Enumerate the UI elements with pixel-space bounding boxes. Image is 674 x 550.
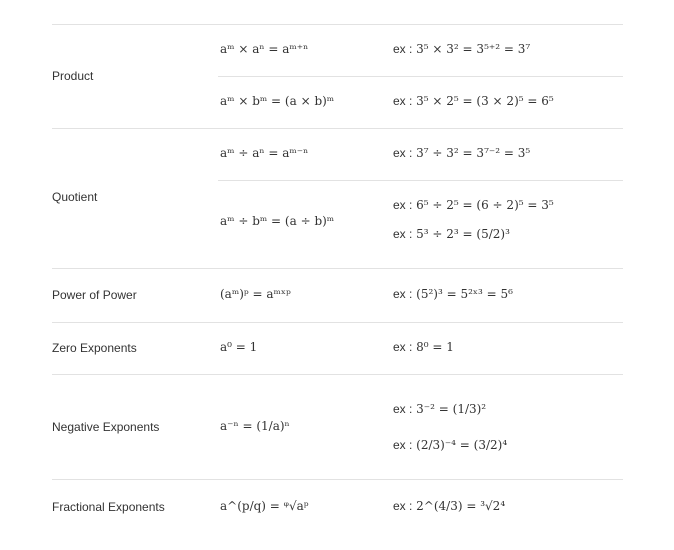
example: ex : 3⁵ × 3² = 3⁵⁺² = 3⁷ xyxy=(393,43,530,55)
row-divider xyxy=(52,479,623,480)
example: ex : 3⁵ × 2⁵ = (3 × 2)⁵ = 6⁵ xyxy=(393,95,554,107)
example: ex : (5²)³ = 5²ˣ³ = 5⁶ xyxy=(393,288,513,300)
example: ex : 8⁰ = 1 xyxy=(393,341,454,353)
example: ex : 2^(4/3) = ³√2⁴ xyxy=(393,500,505,512)
row-divider xyxy=(52,322,623,323)
row-divider xyxy=(52,374,623,375)
example-text: 3⁵ × 3² = 3⁵⁺² = 3⁷ xyxy=(416,42,531,56)
example-prefix: ex : xyxy=(393,340,413,354)
example: ex : 5³ ÷ 2³ = (5/2)³ xyxy=(393,228,510,240)
example-prefix: ex : xyxy=(393,402,413,416)
formula: aᵐ ÷ bᵐ = (a ÷ b)ᵐ xyxy=(220,214,335,228)
example-text: 3⁻² = (1/3)² xyxy=(416,402,487,416)
formula: a⁰ = 1 xyxy=(220,340,258,354)
formula: (aᵐ)ᵖ = aᵐˣᵖ xyxy=(220,287,291,301)
example: ex : (2/3)⁻⁴ = (3/2)⁴ xyxy=(393,439,507,451)
row-divider xyxy=(218,76,623,77)
formula: aᵐ ÷ aⁿ = aᵐ⁻ⁿ xyxy=(220,146,309,160)
formula: aᵐ × bᵐ = (a × b)ᵐ xyxy=(220,94,335,108)
example-prefix: ex : xyxy=(393,42,413,56)
example: ex : 3⁷ ÷ 3² = 3⁷⁻² = 3⁵ xyxy=(393,147,530,159)
formula: a^(p/q) = ᵠ√aᵖ xyxy=(220,499,309,513)
example-prefix: ex : xyxy=(393,227,413,241)
example-text: 6⁵ ÷ 2⁵ = (6 ÷ 2)⁵ = 3⁵ xyxy=(416,198,554,212)
rule-label-fractional-exponents: Fractional Exponents xyxy=(52,500,165,514)
example-prefix: ex : xyxy=(393,146,413,160)
example-text: 8⁰ = 1 xyxy=(416,340,454,354)
rule-label-zero-exponents: Zero Exponents xyxy=(52,341,137,355)
row-divider xyxy=(52,268,623,269)
example: ex : 6⁵ ÷ 2⁵ = (6 ÷ 2)⁵ = 3⁵ xyxy=(393,199,554,211)
example-text: (5²)³ = 5²ˣ³ = 5⁶ xyxy=(416,287,513,301)
rule-label-quotient: Quotient xyxy=(52,190,98,204)
example-prefix: ex : xyxy=(393,438,413,452)
rule-label-power-of-power: Power of Power xyxy=(52,288,137,302)
example-text: 5³ ÷ 2³ = (5/2)³ xyxy=(416,227,510,241)
example-text: 3⁷ ÷ 3² = 3⁷⁻² = 3⁵ xyxy=(416,146,531,160)
example: ex : 3⁻² = (1/3)² xyxy=(393,403,486,415)
formula: aᵐ × aⁿ = aᵐ⁺ⁿ xyxy=(220,42,309,56)
formula: a⁻ⁿ = (1/a)ⁿ xyxy=(220,419,290,433)
example-text: (2/3)⁻⁴ = (3/2)⁴ xyxy=(416,438,508,452)
row-divider xyxy=(218,180,623,181)
example-prefix: ex : xyxy=(393,287,413,301)
row-divider xyxy=(52,128,623,129)
example-prefix: ex : xyxy=(393,198,413,212)
example-prefix: ex : xyxy=(393,499,413,513)
rule-label-negative-exponents: Negative Exponents xyxy=(52,420,160,434)
example-prefix: ex : xyxy=(393,94,413,108)
example-text: 3⁵ × 2⁵ = (3 × 2)⁵ = 6⁵ xyxy=(416,94,554,108)
table-top-border xyxy=(52,24,623,25)
rule-label-product: Product xyxy=(52,69,94,83)
example-text: 2^(4/3) = ³√2⁴ xyxy=(416,499,506,513)
